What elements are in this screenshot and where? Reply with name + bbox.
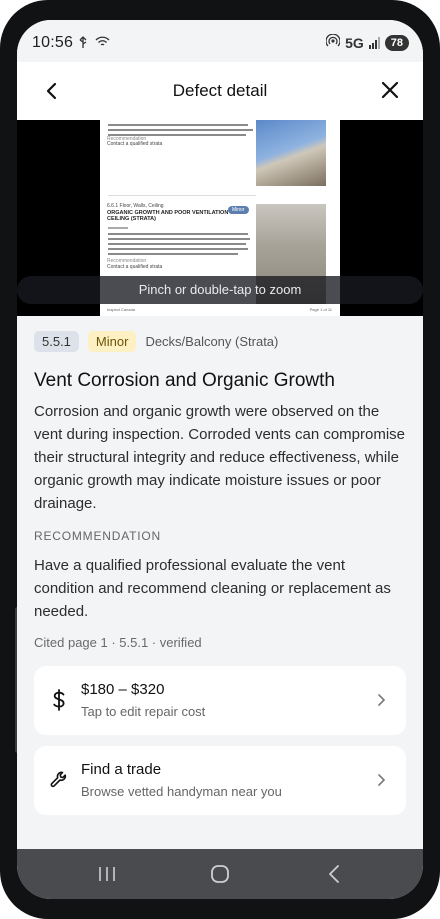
text-line xyxy=(108,238,250,240)
defect-content: 5.5.1 Minor Decks/Balcony (Strata) Vent … xyxy=(34,330,406,650)
page-contact: Contact a qualified strata xyxy=(107,264,163,270)
recommendation-label: RECOMMENDATION xyxy=(34,529,161,543)
defect-meta: 5.5.1 Minor Decks/Balcony (Strata) xyxy=(34,330,406,352)
severity-badge: Minor xyxy=(87,330,137,352)
dollar-icon xyxy=(48,688,70,712)
repair-cost-range: $180 – $320 xyxy=(81,681,165,698)
page-footer: Inspect Canada Page 1 of 11 xyxy=(107,307,332,312)
wrench-icon xyxy=(48,768,70,792)
repair-cost-subtitle: Tap to edit repair cost xyxy=(81,704,206,719)
repair-cost-card[interactable]: $180 – $320 Tap to edit repair cost xyxy=(34,666,406,735)
chevron-right-icon xyxy=(376,773,388,787)
app-header: Defect detail xyxy=(17,62,423,120)
find-trade-subtitle: Browse vetted handyman near you xyxy=(81,784,282,799)
text-line xyxy=(108,124,248,126)
screen: 10:56 5G 78 Defect detail Recommendation… xyxy=(17,20,423,899)
hotspot-icon xyxy=(325,33,341,51)
page-section: 6.6.1 Floor, Walls, Ceiling xyxy=(107,203,164,209)
find-trade-card[interactable]: Find a trade Browse vetted handyman near… xyxy=(34,746,406,815)
recents-icon[interactable] xyxy=(95,862,119,886)
phone-frame: 10:56 5G 78 Defect detail Recommendation… xyxy=(0,0,440,919)
page-heading: CEILING (STRATA) xyxy=(107,216,156,222)
find-trade-title: Find a trade xyxy=(81,761,162,778)
signal-icon xyxy=(368,36,380,49)
text-line xyxy=(108,248,248,250)
close-icon[interactable] xyxy=(379,79,401,101)
page-title: Defect detail xyxy=(172,81,268,100)
recommendation-text: Have a qualified professional evaluate t… xyxy=(34,557,391,620)
citation-text: Cited page 1 · 5.5.1 · verified xyxy=(34,635,202,650)
status-right: 5G 78 xyxy=(325,33,409,51)
text-line xyxy=(108,243,246,245)
battery-indicator: 78 xyxy=(384,34,409,51)
text-line xyxy=(108,233,248,235)
page-contact: Contact a qualified strata xyxy=(107,141,163,147)
status-left-icons xyxy=(77,36,110,52)
system-nav-bar xyxy=(17,849,423,899)
defect-number-badge: 5.5.1 xyxy=(34,330,79,352)
divider xyxy=(108,195,256,196)
status-time: 10:56 xyxy=(32,34,74,51)
network-type: 5G xyxy=(345,34,364,51)
page-footer-left: Inspect Canada xyxy=(107,307,136,312)
report-page-preview[interactable]: Recommendation Contact a qualified strat… xyxy=(17,120,423,316)
zoom-hint: Pinch or double-tap to zoom xyxy=(17,276,423,304)
back-icon[interactable] xyxy=(323,862,347,886)
vent-photo xyxy=(256,120,326,186)
wifi-icon xyxy=(95,36,110,52)
home-icon[interactable] xyxy=(208,862,232,886)
text-line xyxy=(108,129,253,131)
page-severity-tag: Minor xyxy=(228,206,249,214)
status-bar: 10:56 5G 78 xyxy=(17,20,423,62)
text-line xyxy=(108,253,238,255)
text-line xyxy=(108,227,128,229)
defect-description: Corrosion and organic growth were observ… xyxy=(34,403,406,512)
page-footer-right: Page 1 of 11 xyxy=(309,307,332,312)
usb-icon xyxy=(77,36,89,52)
location-label: Decks/Balcony (Strata) xyxy=(145,333,279,349)
chevron-right-icon xyxy=(376,693,388,707)
defect-title: Vent Corrosion and Organic Growth xyxy=(34,370,335,391)
